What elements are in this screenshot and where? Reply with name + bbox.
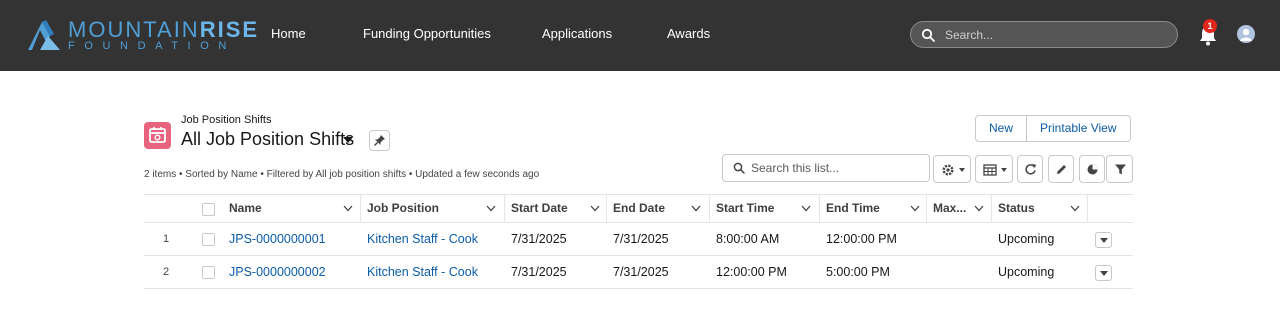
nav-link-applications[interactable]: Applications	[542, 26, 612, 41]
chevron-down-icon[interactable]	[691, 205, 701, 212]
chevron-down-icon	[1001, 168, 1007, 172]
chevron-down-icon[interactable]	[1070, 205, 1080, 212]
list-settings-button[interactable]	[933, 155, 971, 183]
avatar-icon	[1240, 28, 1252, 41]
edit-list-button[interactable]	[1048, 155, 1074, 183]
table-row: 2 JPS-0000000002 Kitchen Staff - Cook 7/…	[144, 256, 1133, 289]
filter-button[interactable]	[1106, 155, 1133, 183]
column-divider	[504, 195, 505, 222]
global-search[interactable]	[910, 21, 1178, 48]
refresh-icon	[1025, 164, 1036, 175]
list-meta-info: 2 items • Sorted by Name • Filtered by A…	[144, 169, 540, 180]
nav-link-awards[interactable]: Awards	[667, 26, 710, 41]
row-checkbox[interactable]	[202, 233, 215, 246]
gear-icon	[942, 164, 954, 176]
edit-icon	[1057, 165, 1066, 174]
chevron-down-icon[interactable]	[343, 205, 353, 212]
caret-down-icon[interactable]	[343, 136, 353, 144]
column-header-status[interactable]: Status	[998, 195, 1035, 222]
table-row: 1 JPS-0000000001 Kitchen Staff - Cook 7/…	[144, 223, 1133, 256]
start-date-cell: 7/31/2025	[511, 232, 567, 246]
search-icon	[921, 28, 935, 42]
object-icon	[144, 122, 171, 149]
column-header-start-date[interactable]: Start Date	[511, 195, 568, 222]
row-number: 2	[162, 266, 170, 278]
printable-view-button[interactable]: Printable View	[1026, 116, 1130, 141]
row-number: 1	[162, 233, 170, 245]
list-view-title[interactable]: All Job Position Shifts	[181, 129, 354, 150]
job-position-link[interactable]: Kitchen Staff - Cook	[367, 223, 478, 255]
table-view-icon	[983, 164, 997, 176]
chevron-down-icon	[1100, 271, 1108, 276]
row-actions-button[interactable]	[1095, 265, 1112, 281]
column-divider	[606, 195, 607, 222]
column-divider	[709, 195, 710, 222]
new-button[interactable]: New	[976, 116, 1026, 141]
pin-icon	[374, 135, 385, 146]
global-search-input[interactable]	[945, 25, 1170, 44]
start-date-cell: 7/31/2025	[511, 265, 567, 279]
object-label: Job Position Shifts	[181, 114, 272, 126]
end-date-cell: 7/31/2025	[613, 232, 669, 246]
calendar-icon	[149, 127, 166, 143]
chart-icon	[1087, 164, 1098, 175]
chevron-down-icon[interactable]	[910, 205, 920, 212]
search-icon	[733, 162, 745, 174]
column-divider	[360, 195, 361, 222]
chevron-down-icon[interactable]	[801, 205, 811, 212]
column-divider	[1087, 195, 1088, 222]
chevron-down-icon	[1100, 238, 1108, 243]
chevron-down-icon[interactable]	[486, 205, 496, 212]
column-header-name[interactable]: Name	[229, 195, 262, 222]
column-divider	[926, 195, 927, 222]
status-cell: Upcoming	[998, 265, 1055, 279]
display-as-button[interactable]	[975, 155, 1013, 183]
column-header-end-time[interactable]: End Time	[826, 195, 880, 222]
top-navigation-bar: MOUNTAINRISE FOUNDATION Home Funding Opp…	[0, 0, 1280, 71]
pin-list-button[interactable]	[369, 130, 390, 151]
column-header-job-position[interactable]: Job Position	[367, 195, 439, 222]
notification-count-badge: 1	[1203, 19, 1217, 33]
column-divider	[991, 195, 992, 222]
nav-link-home[interactable]: Home	[271, 26, 306, 41]
row-actions-button[interactable]	[1095, 232, 1112, 248]
chevron-down-icon	[959, 168, 965, 172]
column-header-end-date[interactable]: End Date	[613, 195, 665, 222]
list-search-input[interactable]	[751, 159, 923, 177]
start-time-cell: 12:00:00 PM	[716, 265, 787, 279]
refresh-button[interactable]	[1017, 155, 1043, 183]
column-header-start-time[interactable]: Start Time	[716, 195, 774, 222]
logo-subtitle: FOUNDATION	[68, 40, 236, 52]
select-all-checkbox[interactable]	[202, 203, 215, 216]
end-date-cell: 7/31/2025	[613, 265, 669, 279]
mountainrise-logo[interactable]: MOUNTAINRISE FOUNDATION	[26, 16, 257, 54]
shift-name-link[interactable]: JPS-0000000001	[229, 223, 326, 255]
end-time-cell: 12:00:00 PM	[826, 232, 897, 246]
status-cell: Upcoming	[998, 232, 1055, 246]
chevron-down-icon[interactable]	[590, 205, 600, 212]
chevron-down-icon[interactable]	[974, 205, 984, 212]
end-time-cell: 5:00:00 PM	[826, 265, 890, 279]
table-header-row: Name Job Position Start Date End Date St…	[144, 194, 1133, 223]
list-search[interactable]	[722, 154, 930, 182]
start-time-cell: 8:00:00 AM	[716, 232, 780, 246]
nav-link-funding-opportunities[interactable]: Funding Opportunities	[363, 26, 491, 41]
row-checkbox[interactable]	[202, 266, 215, 279]
filter-icon	[1115, 164, 1126, 175]
shift-name-link[interactable]: JPS-0000000002	[229, 256, 326, 288]
column-header-max[interactable]: Max...	[933, 195, 966, 222]
list-actions-button-group: New Printable View	[975, 115, 1131, 142]
job-position-link[interactable]: Kitchen Staff - Cook	[367, 256, 478, 288]
user-avatar[interactable]	[1237, 25, 1255, 43]
column-divider	[819, 195, 820, 222]
mountain-logo-icon	[28, 20, 60, 50]
charts-button[interactable]	[1079, 155, 1105, 183]
